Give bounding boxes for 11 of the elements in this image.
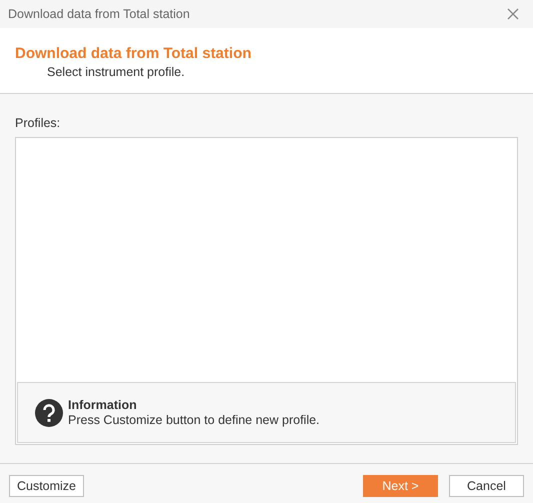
information-text: Press Customize button to define new profile. (68, 412, 320, 428)
header-subtitle: Select instrument profile. (46, 64, 186, 80)
window-title: Download data from Total station (8, 6, 190, 23)
close-icon[interactable] (507, 8, 519, 20)
profiles-label: Profiles: (15, 115, 62, 131)
help-icon (35, 398, 63, 426)
customize-button[interactable]: Customize (9, 475, 84, 497)
header-title: Download data from Total station (15, 44, 252, 64)
profiles-list[interactable]: Information Press Customize button to define new profile. (15, 137, 518, 445)
cancel-button[interactable]: Cancel (449, 475, 524, 497)
information-title: Information (68, 398, 138, 412)
